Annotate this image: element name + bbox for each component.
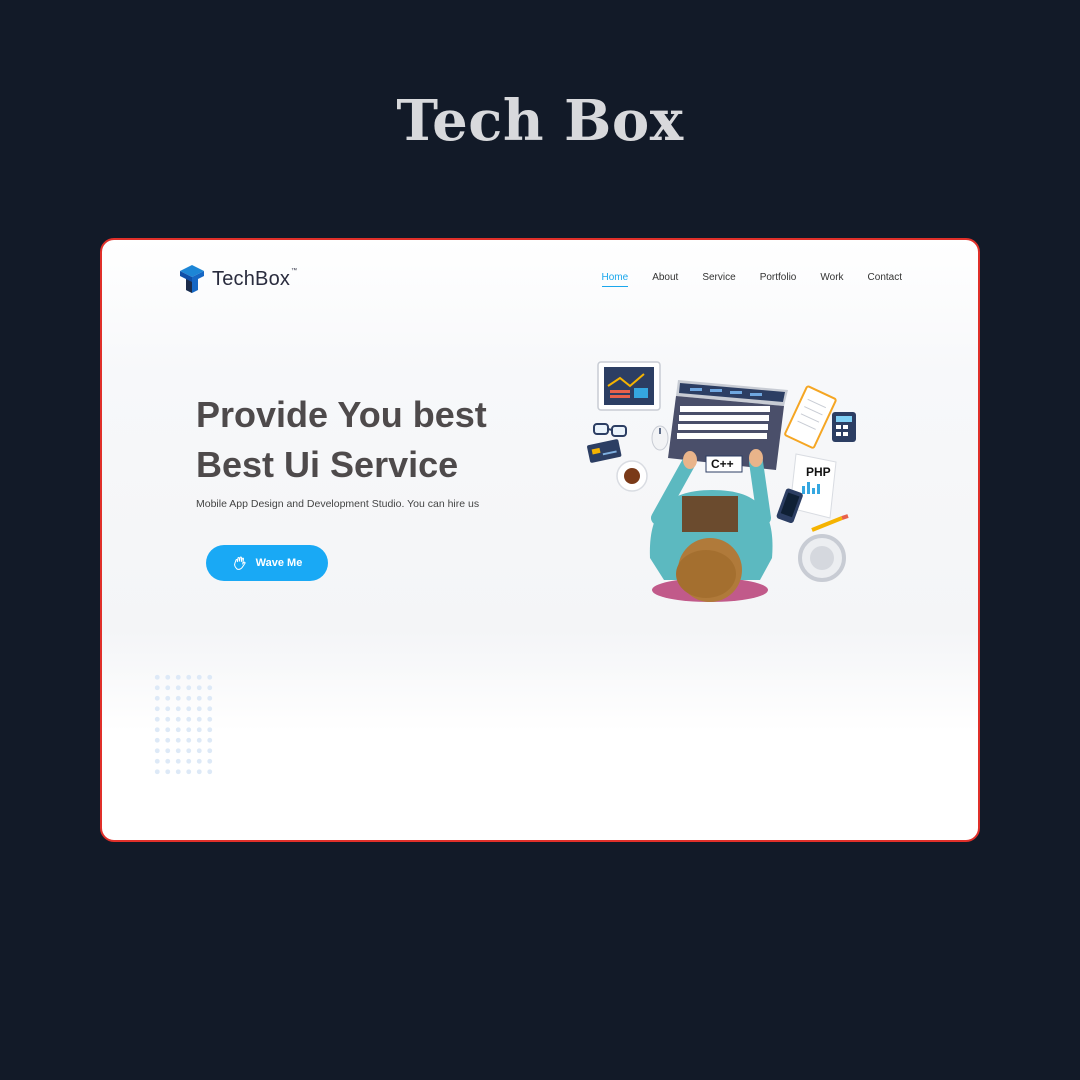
nav-about[interactable]: About — [652, 272, 678, 287]
website-preview-frame: TechBox™ Home About Service Portfolio Wo… — [100, 238, 980, 842]
logo-text: TechBox™ — [212, 267, 298, 290]
nav-service[interactable]: Service — [702, 272, 735, 287]
mouse-icon — [651, 425, 669, 451]
hero-heading-line2: Best Ui Service — [196, 444, 459, 485]
calculator-icon — [832, 412, 856, 442]
svg-text:PHP: PHP — [806, 465, 831, 479]
developer-illustration: PHP C++ — [587, 361, 856, 602]
nav-contact[interactable]: Contact — [868, 272, 902, 287]
coffee-cup-icon — [616, 460, 648, 492]
page-title: Tech Box — [396, 88, 684, 154]
cpp-screen-label: C++ — [705, 455, 743, 473]
wave-hand-icon — [233, 556, 246, 570]
credit-card-icon — [587, 439, 622, 463]
nav-work[interactable]: Work — [820, 272, 843, 287]
nav-portfolio[interactable]: Portfolio — [760, 272, 797, 287]
hero-subtitle: Mobile App Design and Development Studio… — [196, 498, 480, 510]
hero-heading-line1: Provide You best — [196, 394, 487, 435]
decorative-dot-grid — [152, 672, 214, 776]
coin-icon — [798, 534, 846, 582]
logo-cube-icon — [180, 265, 204, 293]
logo[interactable]: TechBox™ — [178, 264, 297, 294]
wave-me-label: Wave Me — [255, 557, 303, 569]
nav-home[interactable]: Home — [601, 272, 629, 287]
glasses-icon — [593, 423, 627, 437]
main-nav: Home About Service Portfolio Work Contac… — [601, 272, 902, 287]
svg-text:C++: C++ — [711, 457, 734, 471]
wave-me-button[interactable]: Wave Me — [206, 545, 328, 581]
notebook-icon — [784, 385, 837, 449]
hero-heading: Provide You best Best Ui Service — [196, 390, 487, 490]
tablet-chart-icon — [597, 361, 661, 411]
